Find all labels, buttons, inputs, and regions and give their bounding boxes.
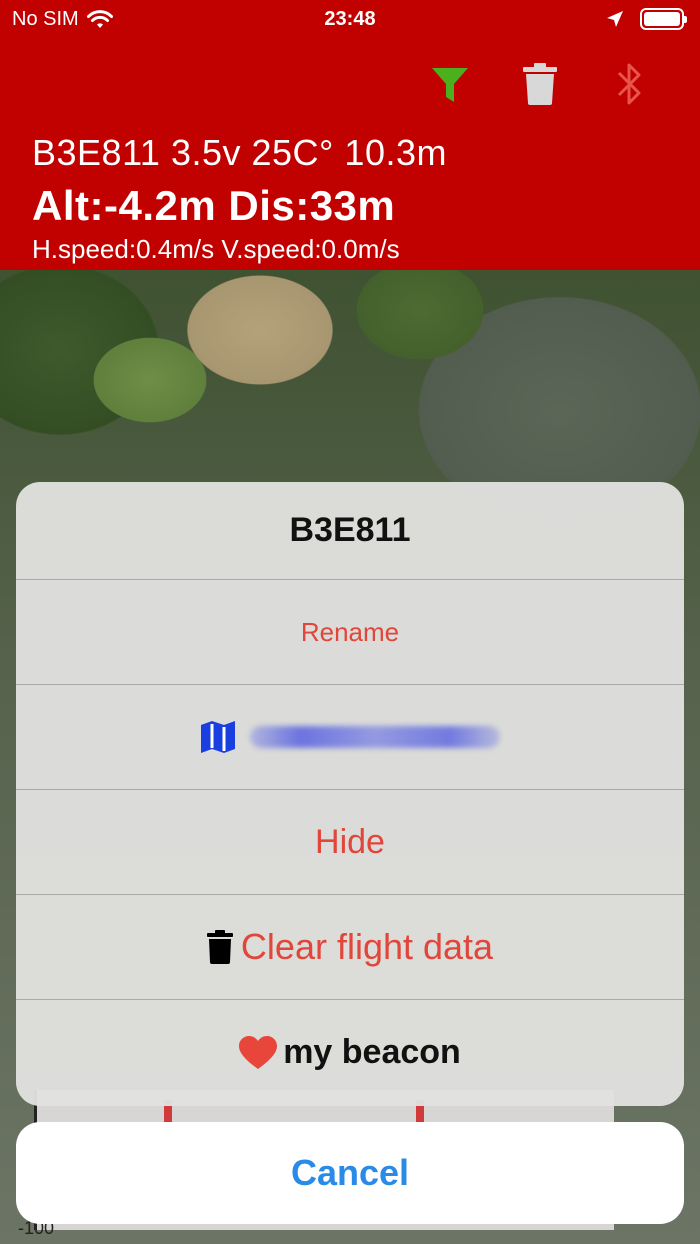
speed-readout: H.speed:0.4m/s V.speed:0.0m/s <box>32 234 400 264</box>
device-summary: B3E811 3.5v 25C° 10.3m <box>32 132 447 173</box>
map-icon <box>201 721 235 753</box>
bluetooth-button[interactable] <box>610 62 650 106</box>
my-beacon-label: my beacon <box>283 1033 461 1071</box>
altitude-distance: Alt:-4.2m Dis:33m <box>32 182 396 229</box>
my-beacon-button[interactable]: my beacon <box>16 1000 684 1105</box>
hide-button[interactable]: Hide <box>16 790 684 895</box>
open-map-button[interactable] <box>16 685 684 790</box>
action-sheet: B3E811 Rename Hide Clear flight data my … <box>16 482 684 1106</box>
telemetry-header: B3E811 3.5v 25C° 10.3m Alt:-4.2m Dis:33m… <box>0 40 700 270</box>
delete-button[interactable] <box>520 62 560 106</box>
trash-icon <box>206 930 233 964</box>
cancel-button[interactable]: Cancel <box>16 1122 684 1224</box>
battery-icon <box>640 8 687 30</box>
filter-button[interactable] <box>430 62 470 106</box>
rename-button[interactable]: Rename <box>16 580 684 685</box>
clock: 23:48 <box>324 8 376 30</box>
heart-icon <box>239 1035 278 1069</box>
location-arrow-icon <box>607 11 623 27</box>
status-bar: No SIM 23:48 <box>0 0 700 40</box>
clear-flight-data-button[interactable]: Clear flight data <box>16 895 684 1000</box>
redacted-location-text <box>250 726 500 748</box>
bluetooth-icon <box>617 63 641 105</box>
filter-icon <box>432 68 468 102</box>
action-sheet-title: B3E811 <box>16 482 684 580</box>
clear-flight-data-label: Clear flight data <box>240 926 494 967</box>
trash-icon <box>523 63 557 105</box>
